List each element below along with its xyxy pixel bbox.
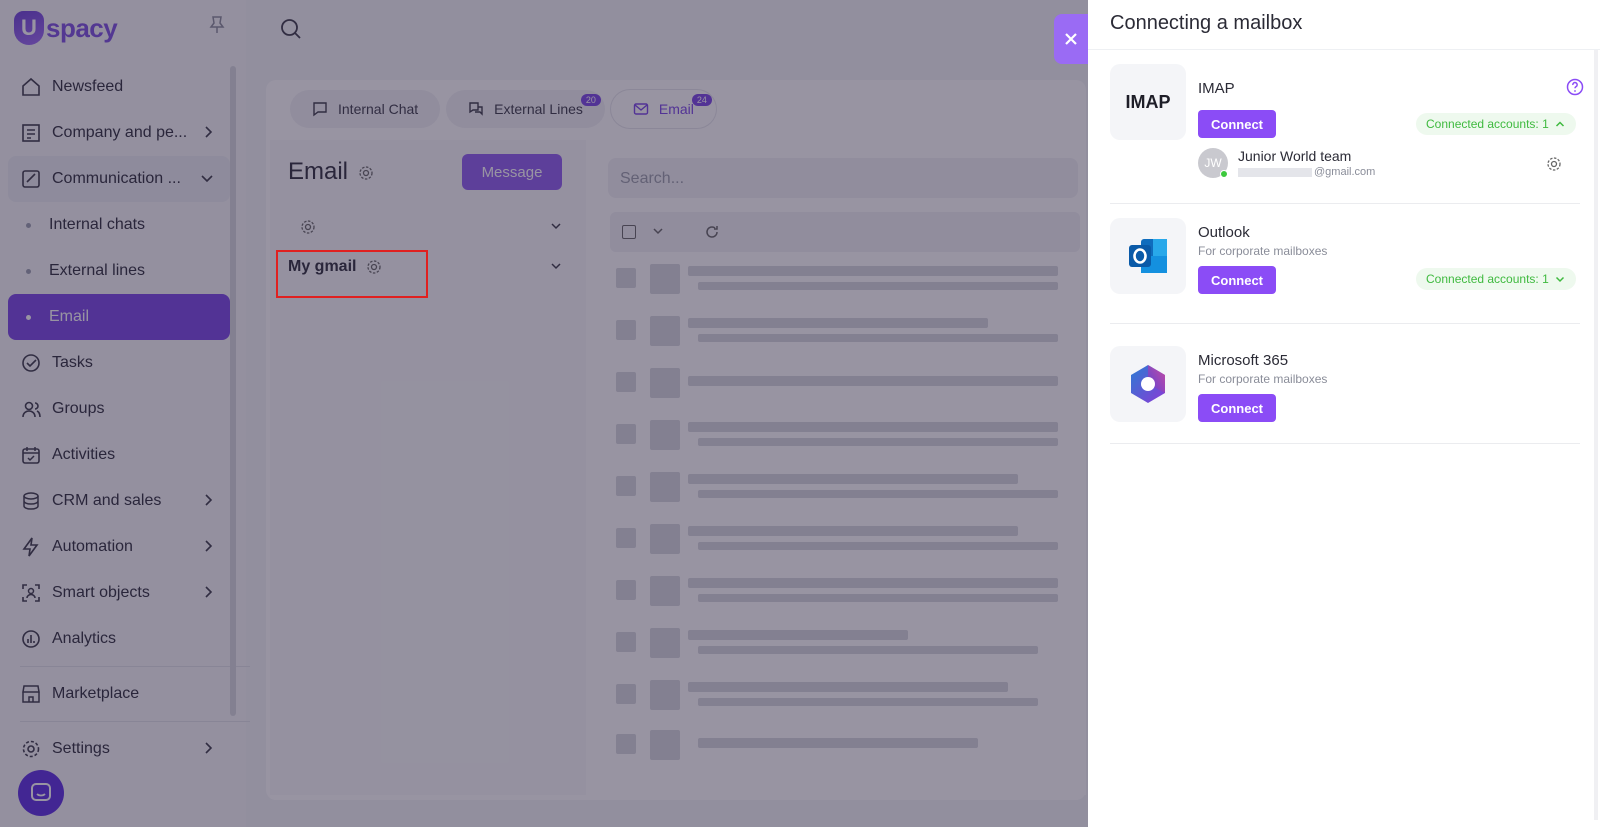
modal-backdrop[interactable] [0, 0, 1088, 827]
drawer-title: Connecting a mailbox [1110, 12, 1303, 34]
microsoft-365-icon [1131, 365, 1165, 403]
microsoft-365-connect-button[interactable]: Connect [1198, 394, 1276, 422]
imap-connected-accounts-toggle[interactable]: Connected accounts: 1 [1416, 113, 1576, 135]
outlook-icon [1129, 239, 1167, 273]
divider [1110, 203, 1580, 204]
connecting-mailbox-drawer: Connecting a mailbox IMAP IMAP Connect C… [1088, 0, 1600, 827]
connected-account[interactable]: JW Junior World team @gmail.com [1198, 148, 1580, 188]
divider [1110, 443, 1580, 444]
highlight-annotation [276, 250, 428, 298]
chevron-up-icon [1555, 121, 1564, 127]
close-icon [1065, 33, 1077, 45]
imap-logo: IMAP [1110, 64, 1186, 140]
provider-subtitle: For corporate mailboxes [1198, 244, 1328, 258]
provider-subtitle: For corporate mailboxes [1198, 372, 1328, 386]
help-icon[interactable] [1566, 78, 1584, 96]
divider [1110, 323, 1580, 324]
drawer-header: Connecting a mailbox [1088, 0, 1600, 50]
account-email-suffix: @gmail.com [1314, 166, 1376, 178]
imap-connect-button[interactable]: Connect [1198, 110, 1276, 138]
chevron-down-icon [1555, 276, 1564, 283]
provider-name: Outlook [1198, 224, 1250, 241]
account-email: @gmail.com [1238, 166, 1375, 178]
outlook-connected-accounts-toggle[interactable]: Connected accounts: 1 [1416, 268, 1576, 290]
provider-name: Microsoft 365 [1198, 352, 1289, 369]
provider-imap: IMAP IMAP Connect Connected accounts: 1 … [1110, 64, 1584, 204]
provider-microsoft-365: Microsoft 365 For corporate mailboxes Co… [1110, 346, 1580, 456]
provider-outlook: Outlook For corporate mailboxes Connect … [1110, 218, 1580, 328]
close-drawer-button[interactable] [1054, 14, 1088, 64]
outlook-logo [1110, 218, 1186, 294]
provider-name: IMAP [1198, 80, 1235, 97]
microsoft-365-logo [1110, 346, 1186, 422]
connected-accounts-label: Connected accounts: 1 [1426, 272, 1549, 286]
connected-accounts-label: Connected accounts: 1 [1426, 117, 1549, 131]
redacted-mask [1238, 167, 1312, 177]
gear-icon[interactable] [1546, 156, 1562, 172]
account-name: Junior World team [1238, 148, 1352, 164]
imap-logo-text: IMAP [1125, 91, 1171, 112]
outlook-connect-button[interactable]: Connect [1198, 266, 1276, 294]
drawer-scrollbar[interactable] [1594, 50, 1598, 820]
online-status-dot [1220, 170, 1228, 178]
